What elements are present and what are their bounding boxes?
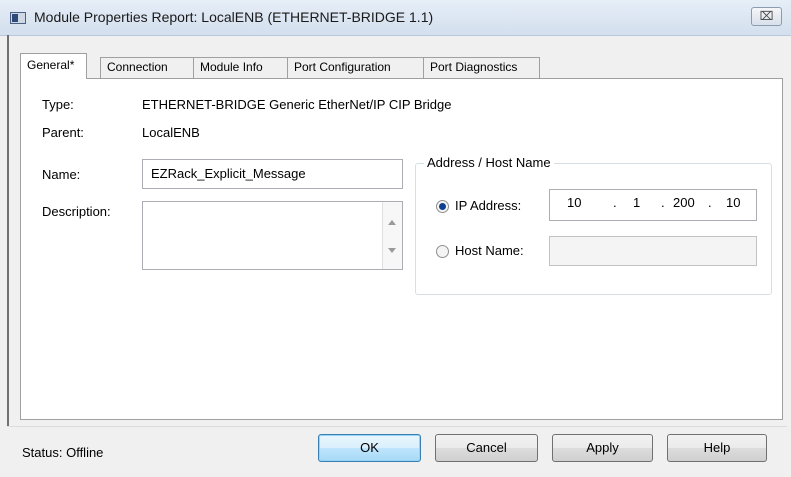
general-tab-panel: Type: ETHERNET-BRIDGE Generic EtherNet/I…: [20, 78, 783, 420]
description-textarea[interactable]: [142, 201, 403, 270]
ip-octet-4: 10: [726, 195, 741, 210]
ip-dot-3: .: [708, 195, 712, 210]
parent-label: Parent:: [42, 125, 84, 140]
status-text: Status: Offline: [22, 445, 104, 460]
ip-dot-2: .: [661, 195, 665, 210]
host-name-label[interactable]: Host Name:: [455, 243, 524, 258]
name-label: Name:: [42, 167, 81, 182]
scroll-up-arrow-icon[interactable]: [388, 220, 396, 225]
ip-octet-1: 10: [567, 195, 582, 210]
name-input[interactable]: EZRack_Explicit_Message: [142, 159, 403, 189]
ip-address-radio[interactable]: [436, 200, 449, 213]
address-host-name-group: [415, 163, 772, 295]
ip-address-label[interactable]: IP Address:: [455, 198, 521, 213]
close-button[interactable]: ⌧: [751, 7, 782, 26]
parent-value: LocalENB: [142, 125, 200, 140]
host-name-radio[interactable]: [436, 245, 449, 258]
ip-dot-1: .: [613, 195, 617, 210]
module-properties-dialog: Module Properties Report: LocalENB (ETHE…: [0, 0, 791, 477]
cancel-button[interactable]: Cancel: [435, 434, 538, 462]
window-title: Module Properties Report: LocalENB (ETHE…: [34, 9, 434, 25]
type-value: ETHERNET-BRIDGE Generic EtherNet/IP CIP …: [142, 97, 452, 112]
ok-button[interactable]: OK: [318, 434, 421, 462]
ip-address-field[interactable]: 10 . 1 . 200 . 10: [549, 189, 757, 221]
apply-button[interactable]: Apply: [552, 434, 653, 462]
description-label: Description:: [42, 204, 111, 219]
dialog-left-edge: [7, 35, 9, 427]
tab-general[interactable]: General*: [20, 53, 87, 79]
tab-connection[interactable]: Connection: [100, 57, 201, 78]
help-button[interactable]: Help: [667, 434, 767, 462]
dialog-bottom-divider: [7, 426, 787, 427]
description-scrollbar[interactable]: [382, 202, 402, 269]
host-name-field[interactable]: [549, 236, 757, 266]
title-bar[interactable]: Module Properties Report: LocalENB (ETHE…: [0, 0, 791, 36]
tab-module-info[interactable]: Module Info: [193, 57, 293, 78]
ip-octet-2: 1: [633, 195, 641, 210]
ip-octet-3: 200: [673, 195, 695, 210]
scroll-down-arrow-icon[interactable]: [388, 248, 396, 253]
tab-port-diagnostics[interactable]: Port Diagnostics: [423, 57, 540, 78]
tab-port-configuration[interactable]: Port Configuration: [287, 57, 424, 78]
address-group-title: Address / Host Name: [424, 155, 554, 170]
module-icon: [10, 12, 26, 24]
type-label: Type:: [42, 97, 74, 112]
